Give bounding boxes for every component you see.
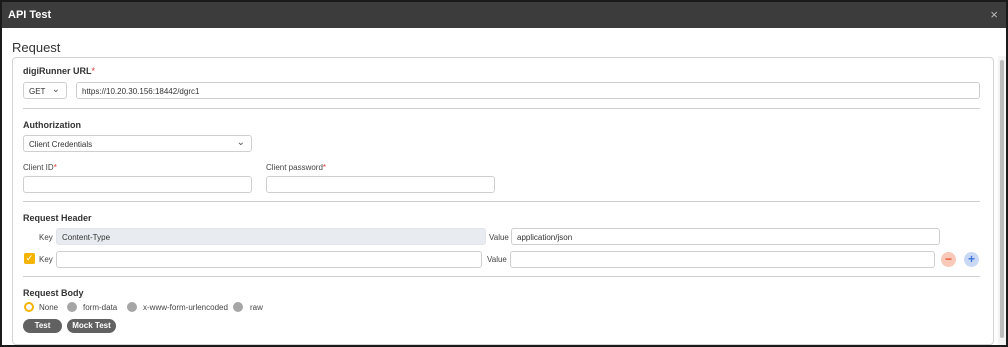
client-id-label: Client ID* <box>23 163 57 172</box>
method-select[interactable]: GET ⌄ <box>23 82 67 99</box>
authorization-type-value: Client Credentials <box>29 140 93 149</box>
request-panel: digiRunner URL* GET ⌄ https://10.20.30.1… <box>12 57 994 345</box>
header-value-input[interactable] <box>510 251 935 268</box>
divider <box>23 201 980 202</box>
header-value-input[interactable]: application/json <box>511 228 940 245</box>
url-label: digiRunner URL* <box>23 66 95 76</box>
authorization-type-select[interactable]: Client Credentials ⌄ <box>23 135 252 152</box>
chevron-down-icon: ⌄ <box>51 84 60 95</box>
close-icon[interactable]: × <box>990 7 998 22</box>
client-id-input[interactable] <box>23 176 252 193</box>
header-key-label: Key <box>39 233 53 242</box>
authorization-label: Authorization <box>23 120 81 130</box>
request-header-label: Request Header <box>23 213 92 223</box>
client-password-input[interactable] <box>266 176 495 193</box>
body-type-label: None <box>39 303 59 312</box>
header-key-input[interactable]: Content-Type <box>56 228 486 245</box>
header-value-label: Value <box>489 233 509 242</box>
chevron-down-icon: ⌄ <box>236 137 245 148</box>
body-type-radio-x-www-form-urlencoded[interactable] <box>127 302 137 312</box>
body-type-label: x-www-form-urlencoded <box>143 303 228 312</box>
scrollbar-thumb[interactable] <box>1000 60 1004 338</box>
request-body-label: Request Body <box>23 288 84 298</box>
add-header-button[interactable]: + <box>964 252 979 267</box>
required-mark: * <box>91 66 96 76</box>
dialog-content: Request digiRunner URL* GET ⌄ https://10… <box>2 28 1006 345</box>
required-mark: * <box>53 163 57 172</box>
divider <box>23 276 980 277</box>
url-label-text: digiRunner URL <box>23 66 92 76</box>
request-section-title: Request <box>12 40 61 55</box>
minus-icon: − <box>944 252 952 266</box>
body-type-label: form-data <box>83 303 118 312</box>
dialog-title: API Test <box>8 9 52 21</box>
method-value: GET <box>29 87 46 96</box>
required-mark: * <box>322 163 327 172</box>
client-password-label: Client password* <box>266 163 326 172</box>
url-input[interactable]: https://10.20.30.156:18442/dgrc1 <box>76 82 980 99</box>
divider <box>23 108 980 109</box>
client-password-label-text: Client password <box>266 163 323 172</box>
header-value-label: Value <box>487 255 507 264</box>
api-test-dialog: API Test × Request digiRunner URL* GET ⌄… <box>0 0 1008 347</box>
header-enabled-checkbox[interactable]: ✓ <box>24 253 35 264</box>
plus-icon: + <box>967 252 975 266</box>
header-key-input[interactable] <box>56 251 482 268</box>
body-type-radio-none[interactable] <box>24 302 34 312</box>
body-type-label: raw <box>250 303 263 312</box>
header-key-label: Key <box>39 255 53 264</box>
vertical-scrollbar[interactable] <box>998 56 1006 345</box>
client-id-label-text: Client ID <box>23 163 54 172</box>
body-type-radio-raw[interactable] <box>233 302 243 312</box>
body-type-radio-form-data[interactable] <box>67 302 77 312</box>
mock-test-button[interactable]: Mock Test <box>67 319 116 333</box>
check-icon: ✓ <box>25 253 34 263</box>
dialog-titlebar: API Test × <box>2 2 1006 28</box>
remove-header-button[interactable]: − <box>941 252 956 267</box>
test-button[interactable]: Test <box>23 319 62 333</box>
